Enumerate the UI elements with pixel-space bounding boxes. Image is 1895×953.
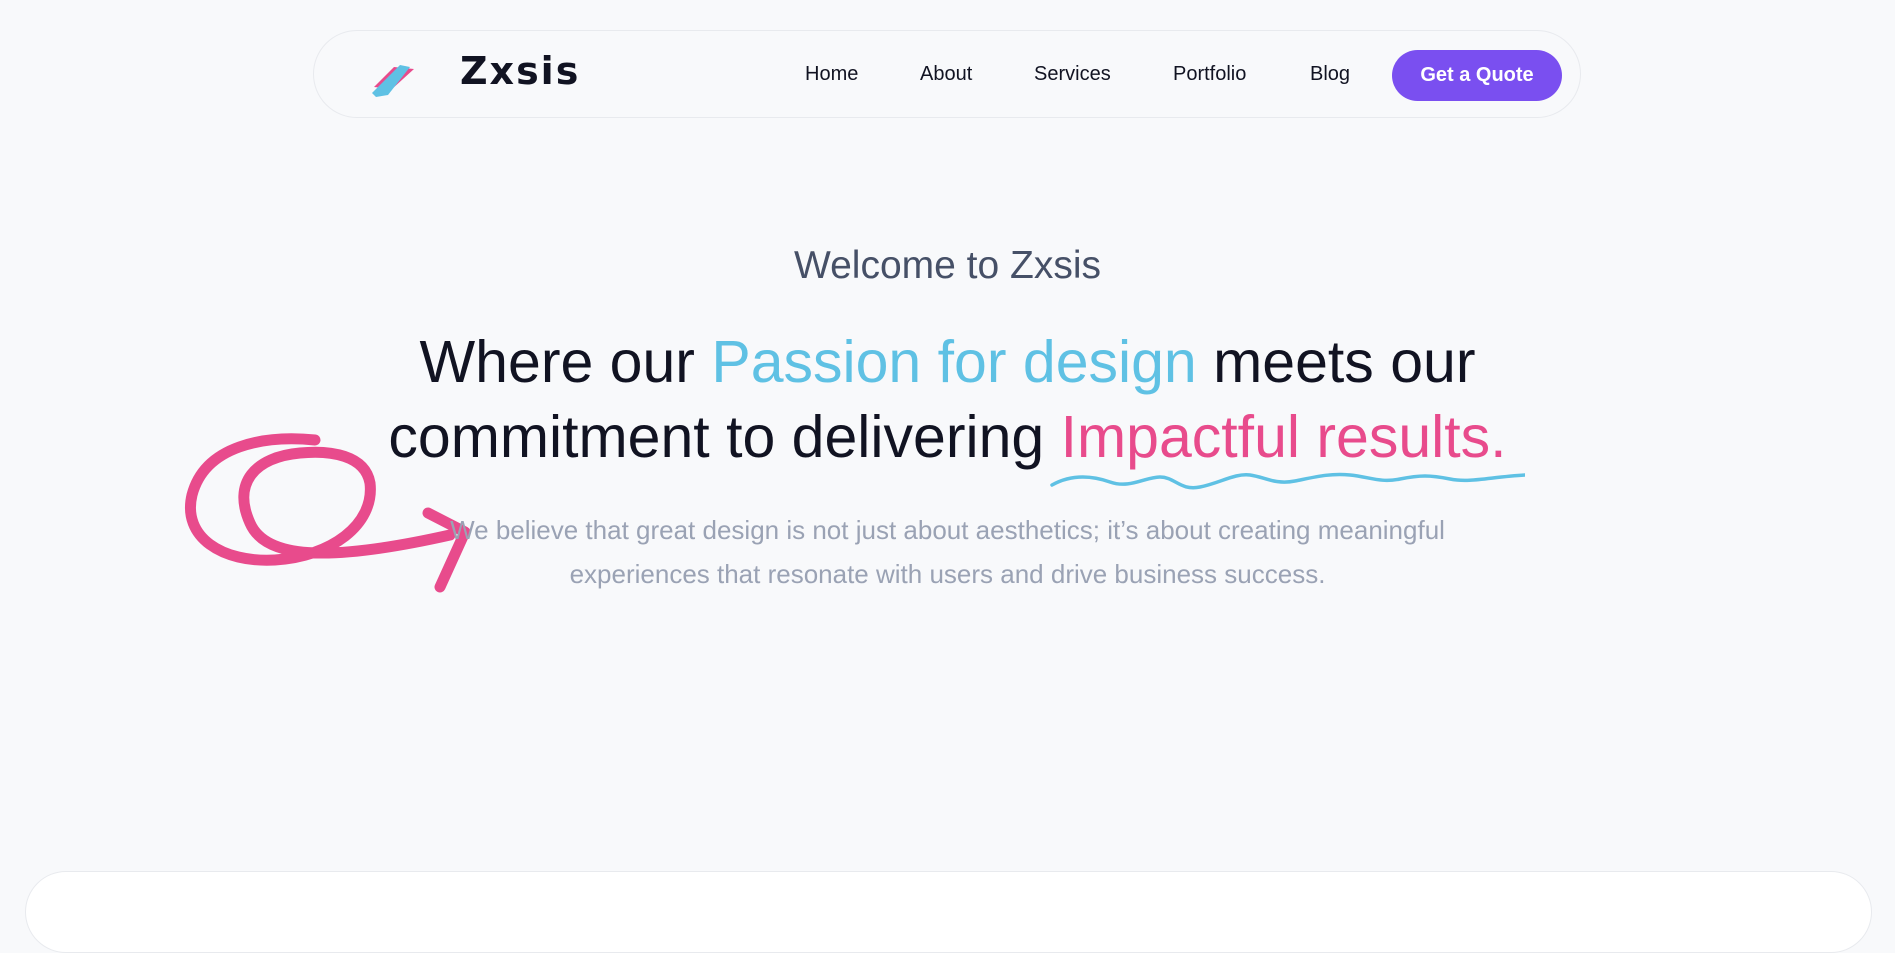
- navbar: Zxsis Home About Services Portfolio Blog…: [313, 30, 1581, 118]
- nav-portfolio[interactable]: Portfolio: [1173, 63, 1246, 86]
- swirl-arrow-icon: [185, 433, 471, 593]
- nav-home[interactable]: Home: [805, 63, 858, 86]
- headline-highlight-passion: Passion for design: [711, 329, 1197, 395]
- headline-part-1: Where our: [419, 329, 712, 395]
- welcome-text: Welcome to Zxsis: [793, 244, 1101, 287]
- headline-highlight-impactful: Impactful results.: [1060, 404, 1507, 470]
- nav-about[interactable]: About: [920, 63, 972, 86]
- get-quote-button[interactable]: Get a Quote: [1392, 50, 1562, 101]
- brand-name: Zxsis: [460, 49, 581, 93]
- nav-services[interactable]: Services: [1034, 63, 1111, 86]
- content-section: [25, 871, 1872, 953]
- squiggle-underline-icon: [1050, 472, 1525, 490]
- logo-icon: [372, 65, 414, 97]
- nav-blog[interactable]: Blog: [1310, 63, 1350, 86]
- hero-description: We believe that great design is not just…: [450, 515, 1445, 589]
- hero-headline: Where our Passion for design meets our c…: [300, 325, 1595, 475]
